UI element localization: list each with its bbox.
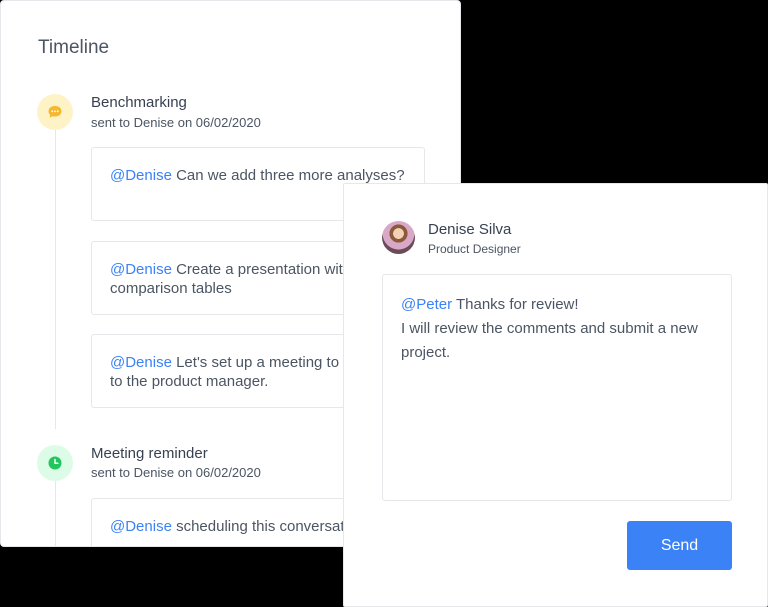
mention-link[interactable]: @Denise [110, 167, 172, 184]
mention-link[interactable]: @Denise [110, 354, 172, 371]
event-title: Meeting reminder [91, 445, 208, 462]
mention-link[interactable]: @Peter [401, 296, 452, 313]
clock-icon [37, 445, 73, 481]
user-name: Denise Silva [428, 221, 512, 238]
timeline-connector [55, 129, 56, 429]
event-subtitle: sent to Denise on 06/02/2020 [91, 465, 261, 480]
send-button[interactable]: Send [627, 521, 732, 570]
timeline-connector [55, 481, 56, 546]
event-title: Benchmarking [91, 94, 187, 111]
mention-link[interactable]: @Denise [110, 261, 172, 278]
mention-link[interactable]: @Denise [110, 518, 172, 535]
reply-text-line1: Thanks for review! [452, 296, 579, 313]
reply-textarea[interactable]: @Peter Thanks for review! I will review … [382, 274, 732, 501]
reply-card: Denise Silva Product Designer @Peter Tha… [343, 183, 768, 607]
user-role: Product Designer [428, 242, 521, 256]
avatar [382, 221, 415, 254]
message-text: scheduling this conversation [171, 518, 365, 535]
chat-bubble-icon [37, 94, 73, 130]
message-text: Can we add three more analyses? [171, 167, 405, 184]
event-subtitle: sent to Denise on 06/02/2020 [91, 115, 261, 130]
timeline-title: Timeline [38, 37, 110, 58]
reply-text-body: I will review the comments and submit a … [401, 320, 698, 361]
